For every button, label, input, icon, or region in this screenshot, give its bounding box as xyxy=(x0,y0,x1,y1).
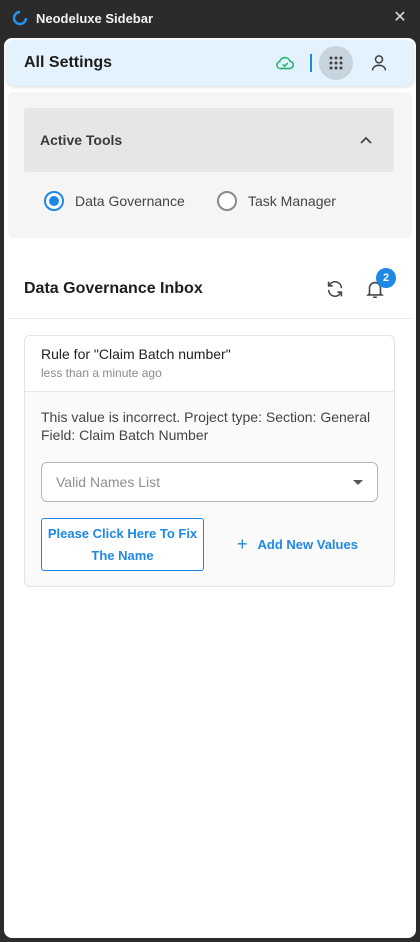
rule-card: Rule for "Claim Batch number" less than … xyxy=(24,335,395,587)
valid-names-select[interactable]: Valid Names List xyxy=(41,462,378,502)
divider xyxy=(8,318,412,319)
cloud-sync-icon[interactable] xyxy=(274,52,296,74)
radio-label: Data Governance xyxy=(75,193,185,209)
notification-badge: 2 xyxy=(376,268,396,288)
rule-title: Rule for "Claim Batch number" xyxy=(41,346,231,362)
grid-icon xyxy=(329,56,343,70)
apps-grid-button[interactable] xyxy=(319,46,353,80)
settings-header: All Settings xyxy=(6,40,414,86)
inbox-title: Data Governance Inbox xyxy=(24,280,203,297)
dropdown-arrow-icon[interactable] xyxy=(353,480,363,485)
radio-data-governance[interactable]: Data Governance xyxy=(44,188,185,214)
sidebar-window: All Settings Active Tools Data Governanc… xyxy=(4,38,416,938)
radio-checked-icon[interactable] xyxy=(44,191,64,211)
header-divider xyxy=(310,54,312,72)
tool-radio-group: Data Governance Task Manager xyxy=(40,188,400,214)
window-title: Neodeluxe Sidebar xyxy=(36,11,154,26)
title-bar: Neodeluxe Sidebar ✕ xyxy=(0,0,420,38)
active-tools-panel: Active Tools Data Governance Task Manage… xyxy=(8,92,412,238)
add-new-values-button[interactable]: + Add New Values xyxy=(237,533,358,555)
select-placeholder: Valid Names List xyxy=(56,474,161,490)
app-logo-icon xyxy=(12,10,28,26)
add-new-values-label: Add New Values xyxy=(257,536,358,552)
radio-task-manager[interactable]: Task Manager xyxy=(217,188,336,214)
radio-label: Task Manager xyxy=(248,193,336,209)
card-header: Rule for "Claim Batch number" less than … xyxy=(25,336,394,392)
refresh-icon[interactable] xyxy=(324,278,346,300)
fix-name-button[interactable]: Please Click Here To Fix The Name xyxy=(41,518,204,571)
rule-timestamp: less than a minute ago xyxy=(41,366,162,380)
close-icon[interactable]: ✕ xyxy=(390,8,410,28)
active-tools-toggle[interactable]: Active Tools xyxy=(24,108,394,172)
rule-message: This value is incorrect. Project type: S… xyxy=(41,409,371,443)
plus-icon: + xyxy=(237,533,248,554)
chevron-up-icon[interactable] xyxy=(358,132,374,148)
active-tools-label: Active Tools xyxy=(40,132,123,148)
user-icon[interactable] xyxy=(368,52,390,74)
radio-unchecked-icon[interactable] xyxy=(217,191,237,211)
page-title: All Settings xyxy=(24,54,113,71)
